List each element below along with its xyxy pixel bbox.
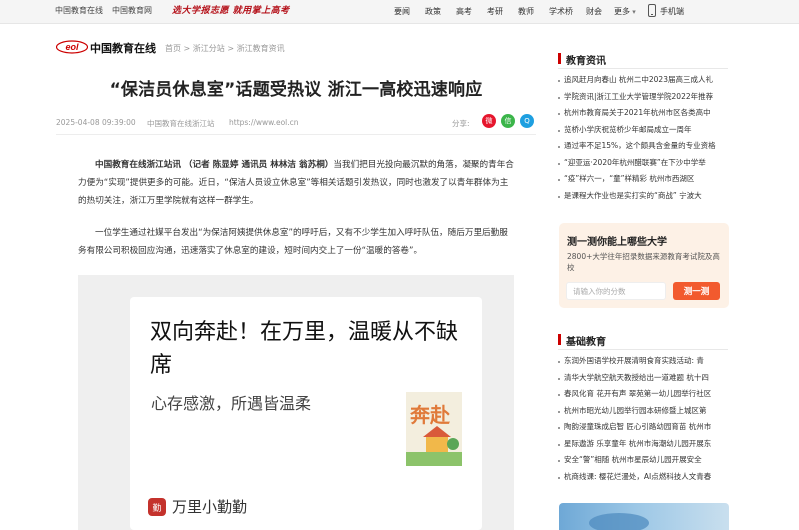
site-logo-text[interactable]: 中国教育在线	[90, 40, 156, 56]
nav-more-label: 更多	[614, 7, 630, 16]
list-item[interactable]: 春风化育 花开有声 翠苑第一幼儿园举行社区	[558, 386, 730, 403]
list-item[interactable]: 览桥小学庆祝览桥少年邮局成立一周年	[558, 122, 730, 139]
list-item[interactable]: “疫”样六一，“童”样精彩 杭州市西湖区	[558, 171, 730, 188]
list-item[interactable]: 清华大学航空航天教授给出一道难题 杭十四	[558, 370, 730, 387]
weibo-share-icon[interactable]: 微	[482, 114, 496, 128]
section-divider	[558, 349, 728, 350]
section-marker	[558, 53, 561, 64]
list-item[interactable]: 学院资讯|浙江工业大学管理学院2022年推荐	[558, 89, 730, 106]
divider	[56, 134, 536, 135]
eol-logo-icon[interactable]: eol	[56, 40, 88, 54]
basic-edu-list: 东润外国语学校开展清明食育实践活动: 青 清华大学航空航天教授给出一道难题 杭十…	[558, 353, 730, 485]
basic-edu-section-title: 基础教育	[566, 337, 606, 348]
score-input[interactable]	[566, 282, 666, 300]
article-title: “保洁员休息室”话题受热议 浙江一高校迅速响应	[109, 80, 483, 100]
sidebar-banner-image[interactable]	[559, 503, 729, 530]
list-item[interactable]: 是课程大作业也是实打实的“商战” 宁波大	[558, 188, 730, 205]
share-label: 分享:	[452, 119, 470, 128]
news-list: 追风赶月向春山 杭州二中2023届高三成人礼 学院资讯|浙江工业大学管理学院20…	[558, 72, 730, 204]
breadcrumb[interactable]: 首页 > 浙江分站 > 浙江教育资讯	[165, 43, 285, 54]
list-item[interactable]: 陶韵浸童珠成启智 匠心引路幼园育苗 杭州市	[558, 419, 730, 436]
list-item[interactable]: 通过率不足15%，这个颇具含金量的专业资格	[558, 138, 730, 155]
logo-mark-text: eol	[65, 42, 79, 52]
image-subline: 心存感激，所遇皆温柔	[151, 394, 312, 413]
article-paragraph-2: 一位学生通过社媒平台发出“为保洁阿姨提供休息室”的呼吁后，又有不少学生加入呼吁队…	[78, 228, 508, 256]
list-item[interactable]: 星际遨游 乐享童年 杭州市海潮幼儿园开展东	[558, 436, 730, 453]
qq-share-icon[interactable]: Q	[520, 114, 534, 128]
mobile-phone-icon[interactable]	[648, 4, 656, 17]
test-title: 测一测你能上哪些大学	[567, 237, 667, 248]
list-item[interactable]: 杭州市教育局关于2021年杭州市区各类高中	[558, 105, 730, 122]
illustration-icon: 奔赴	[406, 392, 462, 466]
nav-news[interactable]: 要闻	[394, 6, 410, 17]
article-lead: 中国教育在线浙江站讯 （记者 陈显婷 通讯员 林林洁 翁苏桐）	[95, 160, 334, 170]
list-item[interactable]: “迎亚运·2020年杭州醋联赛”在下沙中学举	[558, 155, 730, 172]
article-url[interactable]: https://www.eol.cn	[229, 118, 299, 127]
nav-policy[interactable]: 政策	[425, 6, 441, 17]
illustration-text: 奔赴	[409, 403, 451, 427]
image-brand: 万里小勤勤	[172, 498, 248, 516]
nav-kaoyan[interactable]: 考研	[487, 6, 503, 17]
nav-xueshuqiao[interactable]: 学术桥	[549, 6, 573, 17]
brand-badge-icon: 勤	[148, 498, 166, 516]
section-divider	[558, 68, 728, 69]
top-bar: 中国教育在线 中国教育网 选大学报志愿 就用掌上高考 要闻 政策 高考 考研 教…	[0, 0, 799, 24]
nav-mobile[interactable]: 手机端	[660, 6, 684, 17]
test-button[interactable]: 测一测	[673, 282, 720, 300]
news-section-title: 教育资讯	[566, 56, 606, 67]
article-date: 2025-04-08 09:39:00	[56, 118, 136, 127]
nav-gaokao[interactable]: 高考	[456, 6, 472, 17]
wechat-share-icon[interactable]: 信	[501, 114, 515, 128]
chevron-down-icon: ▾	[630, 8, 636, 16]
nav-more[interactable]: 更多 ▾	[614, 6, 636, 17]
gaokao-slogan[interactable]: 选大学报志愿 就用掌上高考	[172, 3, 290, 16]
nav-finance[interactable]: 财会	[586, 6, 602, 17]
top-link-eol[interactable]: 中国教育在线	[55, 5, 103, 16]
top-link-edu[interactable]: 中国教育网	[112, 5, 152, 16]
list-item[interactable]: 安全“警”相随 杭州市星辰幼儿园开展安全	[558, 452, 730, 469]
article-paragraph-1: 中国教育在线浙江站讯 （记者 陈显婷 通讯员 林林洁 翁苏桐）当我们把目光投向最…	[78, 156, 514, 210]
image-headline: 双向奔赴！在万里，温暖从不缺席	[150, 320, 459, 378]
test-description: 2800+大学往年招录数据来源教育考试院及高校	[567, 252, 720, 272]
list-item[interactable]: 杭州市昭光幼儿园举行园本研修暨上城区第	[558, 403, 730, 420]
article-source: 中国教育在线浙江站	[147, 119, 215, 128]
list-item[interactable]: 东润外国语学校开展清明食育实践活动: 青	[558, 353, 730, 370]
nav-teacher[interactable]: 教师	[518, 6, 534, 17]
section-marker	[558, 334, 561, 345]
list-item[interactable]: 追风赶月向春山 杭州二中2023届高三成人礼	[558, 72, 730, 89]
list-item[interactable]: 杭商线课: 樱花烂漫处，AI点燃科技人文青春	[558, 469, 730, 486]
